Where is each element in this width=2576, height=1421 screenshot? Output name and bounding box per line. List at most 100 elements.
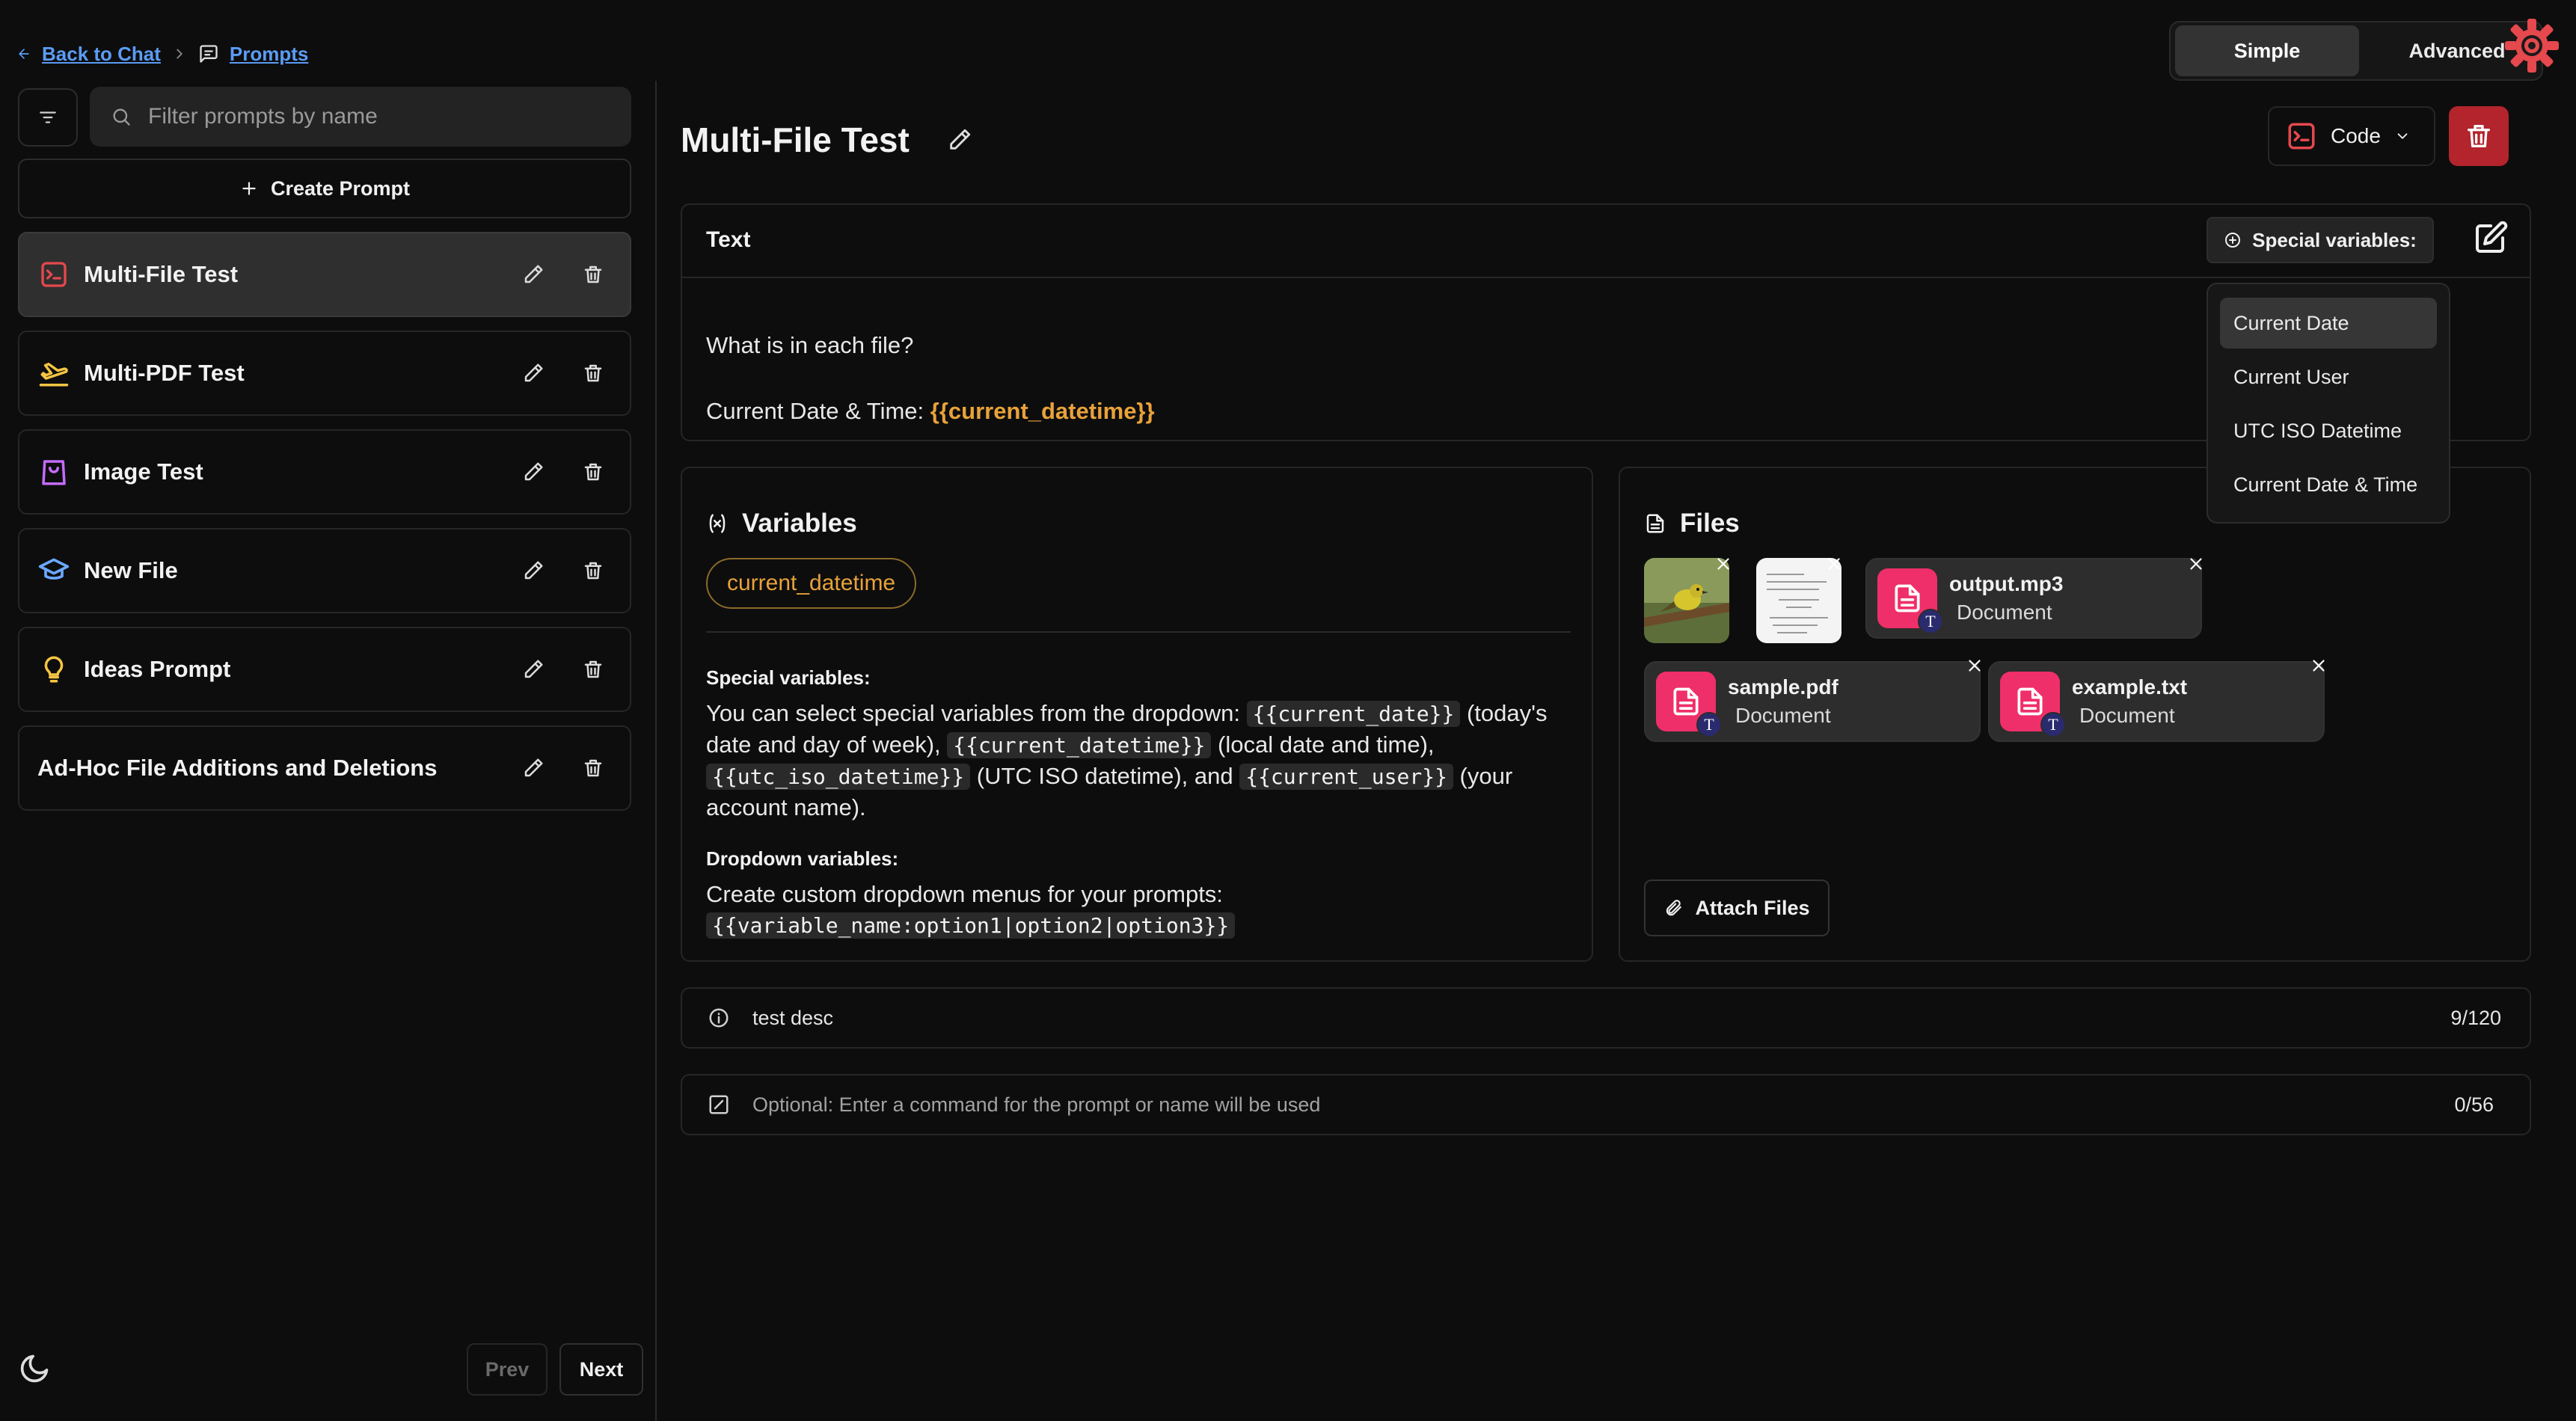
sidebar-item-label: Multi-File Test bbox=[84, 261, 239, 287]
sidebar-item-ideas-prompt[interactable]: Ideas Prompt bbox=[18, 627, 631, 712]
command-count: 0/56 bbox=[2454, 1093, 2494, 1116]
command-placeholder: Optional: Enter a command for the prompt… bbox=[752, 1093, 1321, 1116]
text-badge-icon: T bbox=[1696, 712, 1722, 737]
plus-circle-icon bbox=[2224, 231, 2242, 249]
edit-icon[interactable] bbox=[515, 453, 552, 491]
file-card[interactable]: T example.txt Document bbox=[1988, 661, 2325, 742]
create-prompt-button[interactable]: Create Prompt bbox=[18, 159, 631, 218]
trash-icon[interactable] bbox=[574, 355, 612, 392]
sidebar-item-label: New File bbox=[84, 557, 178, 583]
special-variables-label: Special variables: bbox=[2252, 228, 2417, 251]
sidebar-item-multi-file-test[interactable]: Multi-File Test bbox=[18, 232, 631, 317]
prompts-link[interactable]: Prompts bbox=[230, 43, 308, 66]
variable-chip[interactable]: current_datetime bbox=[706, 558, 917, 609]
command-field[interactable]: Optional: Enter a command for the prompt… bbox=[681, 1074, 2531, 1135]
delete-prompt-button[interactable] bbox=[2449, 106, 2509, 166]
attach-files-button[interactable]: Attach Files bbox=[1644, 880, 1830, 936]
file-name: output.mp3 bbox=[1949, 572, 2064, 595]
description-field[interactable]: test desc 9/120 bbox=[681, 987, 2531, 1049]
remove-file-icon[interactable] bbox=[2183, 550, 2209, 577]
lightbulb-icon bbox=[37, 653, 70, 686]
page-title: Multi-File Test bbox=[681, 120, 910, 159]
edit-icon[interactable] bbox=[515, 552, 552, 589]
trash-icon[interactable] bbox=[574, 453, 612, 491]
document-icon: T bbox=[2000, 672, 2066, 737]
special-variables-dropdown: Current Date Current User UTC ISO Dateti… bbox=[2207, 283, 2450, 524]
paperclip-icon bbox=[1663, 898, 1683, 918]
sidebar-item-multi-pdf-test[interactable]: Multi-PDF Test bbox=[18, 331, 631, 416]
message-square-icon bbox=[198, 43, 219, 64]
filter-icon bbox=[38, 108, 58, 127]
sidebar-item-label: Image Test bbox=[84, 458, 203, 485]
edit-title-icon[interactable] bbox=[947, 127, 975, 156]
file-type: Document bbox=[2079, 704, 2175, 727]
create-prompt-label: Create Prompt bbox=[270, 177, 411, 200]
sidebar-item-new-file[interactable]: New File bbox=[18, 528, 631, 613]
prompt-text-line: What is in each file? bbox=[706, 332, 914, 358]
sidebar-item-image-test[interactable]: Image Test bbox=[18, 429, 631, 515]
edit-icon[interactable] bbox=[515, 749, 552, 787]
category-select[interactable]: Code bbox=[2268, 106, 2435, 166]
back-to-chat-link[interactable]: Back to Chat bbox=[42, 43, 161, 66]
remove-file-icon[interactable] bbox=[1821, 550, 1847, 577]
search-box bbox=[90, 87, 631, 147]
variables-help: Special variables: You can select specia… bbox=[706, 663, 1574, 941]
sidebar-item-label: Multi-PDF Test bbox=[84, 360, 245, 386]
shopping-bag-icon bbox=[37, 455, 70, 488]
trash-icon[interactable] bbox=[574, 552, 612, 589]
search-input[interactable] bbox=[148, 104, 597, 129]
sidebar-divider bbox=[655, 81, 657, 1421]
remove-file-icon[interactable] bbox=[2305, 652, 2332, 679]
text-panel-label: Text bbox=[706, 227, 751, 252]
edit-text-icon[interactable] bbox=[2473, 220, 2512, 259]
description-value: test desc bbox=[752, 1006, 834, 1029]
trash-icon[interactable] bbox=[574, 651, 612, 688]
variable-icon bbox=[706, 512, 729, 535]
trash-icon[interactable] bbox=[574, 256, 612, 293]
dropdown-item-current-date-time[interactable]: Current Date & Time bbox=[2220, 459, 2437, 510]
divider bbox=[706, 631, 1571, 633]
sidebar-item-ad-hoc-file[interactable]: Ad-Hoc File Additions and Deletions bbox=[18, 725, 631, 811]
special-variables-heading: Special variables: bbox=[706, 666, 871, 689]
trash-icon[interactable] bbox=[574, 749, 612, 787]
graduation-cap-icon bbox=[37, 554, 70, 587]
file-card[interactable]: T output.mp3 Document bbox=[1865, 558, 2202, 639]
moon-icon[interactable] bbox=[18, 1352, 54, 1388]
files-title: Files bbox=[1644, 509, 1740, 538]
terminal-icon bbox=[2286, 120, 2317, 152]
text-badge-icon: T bbox=[1918, 609, 1943, 634]
file-card[interactable]: T sample.pdf Document bbox=[1644, 661, 1981, 742]
filter-button[interactable] bbox=[18, 88, 78, 147]
prev-button[interactable]: Prev bbox=[467, 1343, 548, 1396]
trash-icon bbox=[2464, 121, 2494, 151]
dropdown-variables-help: Create custom dropdown menus for your pr… bbox=[706, 879, 1574, 941]
attach-files-label: Attach Files bbox=[1695, 896, 1810, 919]
edit-icon[interactable] bbox=[515, 651, 552, 688]
gear-badge-icon[interactable] bbox=[2503, 16, 2561, 75]
remove-file-icon[interactable] bbox=[1710, 550, 1737, 577]
next-button[interactable]: Next bbox=[559, 1343, 643, 1396]
edit-icon[interactable] bbox=[515, 256, 552, 293]
file-type: Document bbox=[1735, 704, 1831, 727]
file-name: sample.pdf bbox=[1728, 675, 1839, 699]
square-check-icon bbox=[708, 1093, 730, 1116]
terminal-icon bbox=[37, 258, 70, 291]
prompt-text-body[interactable]: What is in each file? Current Date & Tim… bbox=[706, 313, 1155, 444]
plus-icon bbox=[239, 179, 259, 198]
arrow-left-icon bbox=[16, 46, 31, 61]
dropdown-item-utc-iso-datetime[interactable]: UTC ISO Datetime bbox=[2220, 405, 2437, 456]
description-count: 9/120 bbox=[2450, 1006, 2501, 1029]
document-icon: T bbox=[1656, 672, 1722, 737]
special-variables-button[interactable]: Special variables: bbox=[2207, 217, 2434, 263]
chevron-right-icon bbox=[171, 46, 188, 62]
remove-file-icon[interactable] bbox=[1961, 652, 1988, 679]
special-variables-help: You can select special variables from th… bbox=[706, 700, 1548, 820]
mode-simple-button[interactable]: Simple bbox=[2175, 25, 2359, 76]
document-icon: T bbox=[1877, 568, 1943, 634]
dropdown-item-current-date[interactable]: Current Date bbox=[2220, 298, 2437, 349]
variable-token: {{current_datetime}} bbox=[930, 398, 1155, 424]
variables-title: Variables bbox=[706, 509, 857, 538]
info-icon bbox=[708, 1007, 730, 1029]
edit-icon[interactable] bbox=[515, 355, 552, 392]
dropdown-item-current-user[interactable]: Current User bbox=[2220, 352, 2437, 402]
